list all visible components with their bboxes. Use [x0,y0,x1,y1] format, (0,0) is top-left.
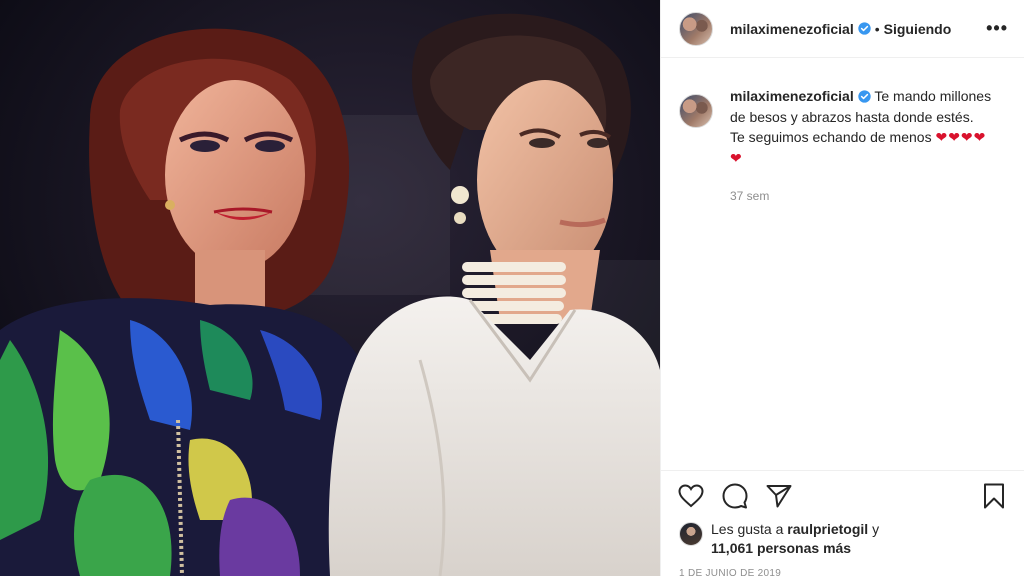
likes-conjunction: y [872,521,880,537]
post-sidebar: milaximenezoficial • Siguiendo ••• milax… [660,0,1024,579]
caption-username[interactable]: milaximenezoficial [730,88,854,104]
like-button[interactable] [677,482,705,510]
header-separator: • [874,20,880,37]
bookmark-icon [984,483,1004,508]
paper-plane-icon [766,484,792,507]
verified-badge-icon [858,22,871,35]
likes-summary: Les gusta a raulprietogil y 11,061 perso… [679,520,879,558]
liker-avatar[interactable] [679,522,703,546]
caption-time[interactable]: 37 sem [730,186,992,207]
caption-avatar[interactable] [679,94,713,128]
more-options-icon[interactable]: ••• [986,18,1008,39]
following-button[interactable]: Siguiendo [884,21,952,37]
author-avatar[interactable] [679,11,713,46]
heart-outline-icon [678,483,704,507]
caption-body: milaximenezoficial Te mando millones de … [730,86,992,207]
likes-text: Les gusta a raulprietogil y 11,061 perso… [711,520,879,558]
liker-username[interactable]: raulprietogil [787,521,868,537]
post-caption: milaximenezoficial Te mando millones de … [661,58,1024,207]
instagram-post-view: milaximenezoficial • Siguiendo ••• milax… [0,0,1024,579]
author-username[interactable]: milaximenezoficial [730,21,854,37]
comment-button[interactable] [721,482,749,510]
photo-illustration [0,0,660,576]
likes-prefix: Les gusta a [711,521,784,537]
post-photo[interactable] [0,0,660,576]
post-header: milaximenezoficial • Siguiendo ••• [661,0,1024,58]
verified-badge-icon [858,90,871,103]
likes-count[interactable]: 11,061 personas más [711,540,851,556]
share-button[interactable] [765,482,793,510]
save-button[interactable] [980,482,1008,510]
action-bar [661,470,1024,520]
comment-icon [722,483,748,508]
post-date[interactable]: 1 DE JUNIO DE 2019 [679,568,781,579]
